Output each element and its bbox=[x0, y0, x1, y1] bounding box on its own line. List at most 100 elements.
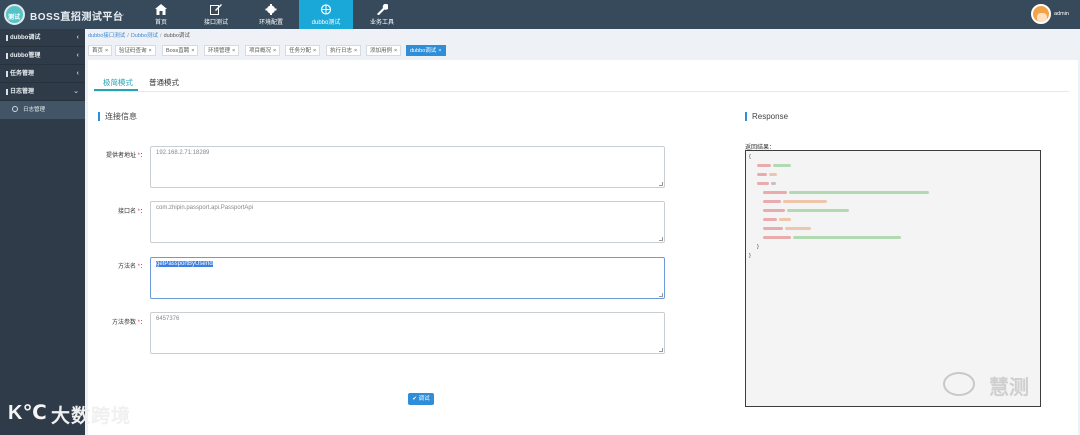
json-open-brace: { bbox=[749, 154, 751, 160]
mode-tab-divider bbox=[94, 91, 1069, 92]
circle-icon bbox=[12, 106, 18, 112]
sidebar-item-label: dubbo管理 bbox=[10, 53, 41, 59]
sidebar-item-log-manage[interactable]: 日志管理 ⌄ bbox=[0, 83, 85, 101]
json-blurred-line bbox=[749, 198, 1037, 207]
resize-handle-icon[interactable] bbox=[659, 348, 663, 352]
close-icon[interactable]: × bbox=[232, 48, 235, 54]
menu-bar-icon bbox=[6, 71, 8, 77]
provider-address-field[interactable]: 192.168.2.71:18289 bbox=[150, 146, 665, 188]
sidebar-item-dubbo-manage[interactable]: dubbo管理 ‹ bbox=[0, 47, 85, 65]
json-blurred-line bbox=[749, 189, 1037, 198]
chevron-left-icon: ‹ bbox=[76, 52, 79, 59]
top-bar: 测试 BOSS直招测试平台 ⌄ 首页 接口测试 环境配置 dubbo测试 业务工… bbox=[0, 0, 1080, 29]
nav-label: 环境配置 bbox=[258, 20, 283, 26]
sidebar-subitem-label: 日志管理 bbox=[23, 107, 46, 113]
response-section-title: Response bbox=[745, 112, 788, 121]
sidebar-item-label: 日志管理 bbox=[10, 89, 35, 95]
check-icon: ✔ bbox=[412, 396, 418, 402]
app-root: 测试 BOSS直招测试平台 ⌄ 首页 接口测试 环境配置 dubbo测试 业务工… bbox=[0, 0, 1080, 435]
tab-add-case[interactable]: 添加用例 × bbox=[366, 45, 402, 56]
tab-label: 任务分配 bbox=[289, 48, 312, 54]
tab-home[interactable]: 首页 × bbox=[88, 45, 113, 56]
menu-bar-icon bbox=[6, 35, 8, 41]
resize-handle-icon[interactable] bbox=[659, 237, 663, 241]
avatar[interactable] bbox=[1031, 4, 1051, 24]
tab-label: 环境管理 bbox=[208, 48, 231, 54]
app-title: BOSS直招测试平台 bbox=[30, 12, 124, 23]
close-icon[interactable]: × bbox=[191, 48, 194, 54]
tab-boss[interactable]: Boss直聘 × bbox=[162, 45, 199, 56]
field-label: 方法名 *： bbox=[117, 264, 146, 270]
json-blurred-line bbox=[749, 180, 1037, 189]
resize-handle-icon[interactable] bbox=[659, 293, 663, 297]
menu-bar-icon bbox=[6, 53, 8, 59]
field-label: 接口名 *： bbox=[117, 209, 146, 215]
close-icon[interactable]: × bbox=[149, 48, 152, 54]
app-logo[interactable]: 测试 bbox=[4, 4, 25, 25]
field-label: 提供者地址 *： bbox=[105, 153, 146, 159]
debug-button[interactable]: ✔ 调试 bbox=[408, 393, 434, 405]
nav-biz-tools[interactable]: 业务工具 bbox=[355, 0, 409, 29]
nav-home[interactable]: 首页 bbox=[134, 0, 188, 29]
sidebar-item-task-manage[interactable]: 任务管理 ‹ bbox=[0, 65, 85, 83]
json-inner-close: } bbox=[757, 244, 759, 250]
tab-assign[interactable]: 任务分配 × bbox=[285, 45, 321, 56]
nav-env-config[interactable]: 环境配置 bbox=[244, 0, 298, 29]
interface-name-field[interactable]: com.zhipin.passport.api.PassportApi bbox=[150, 201, 665, 243]
home-icon bbox=[155, 4, 167, 15]
edit-icon bbox=[210, 4, 222, 15]
sidebar-item-dubbo-debug[interactable]: dubbo调试 ‹ bbox=[0, 29, 85, 47]
nav-dubbo-test[interactable]: dubbo测试 bbox=[299, 0, 353, 29]
close-icon[interactable]: × bbox=[313, 48, 316, 54]
main-panel: 极简模式 普通模式 连接信息 提供者地址 *： 192.168.2.71:182… bbox=[88, 60, 1078, 435]
method-params-field[interactable]: 6457376 bbox=[150, 312, 665, 354]
watermark-text: 慧测 bbox=[989, 377, 1029, 399]
menu-bar-icon bbox=[6, 89, 8, 95]
tab-label: Boss直聘 bbox=[166, 48, 190, 54]
tab-env[interactable]: 环境管理 × bbox=[204, 45, 240, 56]
wechat-watermark: 慧测 bbox=[943, 367, 1047, 399]
close-icon[interactable]: × bbox=[438, 48, 441, 54]
json-blurred-line bbox=[749, 162, 1037, 171]
nav-label: 首页 bbox=[154, 20, 167, 26]
nav-label: 接口测试 bbox=[203, 20, 228, 26]
chevron-down-icon[interactable]: ⌄ bbox=[119, 9, 126, 18]
chevron-left-icon: ‹ bbox=[76, 34, 79, 41]
brand-mark: K℃ bbox=[8, 402, 47, 424]
tab-label: dubbo调试 bbox=[410, 48, 437, 54]
breadcrumb-link[interactable]: dubbo接口测试 bbox=[88, 33, 125, 39]
mode-tab-indicator bbox=[94, 89, 138, 91]
nav-label: 业务工具 bbox=[369, 20, 394, 26]
json-blurred-line bbox=[749, 207, 1037, 216]
close-icon[interactable]: × bbox=[273, 48, 276, 54]
json-blurred-line bbox=[749, 216, 1037, 225]
method-name-value: getPassportByUserId bbox=[156, 261, 213, 267]
wechat-icon bbox=[943, 372, 975, 396]
tab-dubbo-debug[interactable]: dubbo调试 × bbox=[406, 45, 446, 56]
resize-handle-icon[interactable] bbox=[659, 182, 663, 186]
breadcrumb-current: dubbo调试 bbox=[163, 33, 190, 39]
nav-api-test[interactable]: 接口测试 bbox=[189, 0, 243, 29]
sidebar-item-label: dubbo调试 bbox=[10, 35, 41, 41]
close-icon[interactable]: × bbox=[354, 48, 357, 54]
user-name[interactable]: admin bbox=[1054, 11, 1069, 17]
close-icon[interactable]: × bbox=[105, 48, 108, 54]
tab-label: 添加用例 bbox=[370, 48, 393, 54]
brand-watermark-text: 大数跨境 bbox=[51, 406, 132, 427]
connection-section-title: 连接信息 bbox=[98, 112, 137, 121]
tab-project[interactable]: 项目概况 × bbox=[245, 45, 281, 56]
tab-normal-mode[interactable]: 普通模式 bbox=[149, 77, 179, 88]
sidebar-subitem-log-manage[interactable]: 日志管理 bbox=[0, 101, 85, 119]
tab-exec-log[interactable]: 执行日志 × bbox=[326, 45, 362, 56]
tab-simple-mode[interactable]: 极简模式 bbox=[103, 77, 133, 88]
breadcrumb-link[interactable]: Dubbo测试 bbox=[131, 33, 158, 39]
method-name-field[interactable]: getPassportByUserId bbox=[150, 257, 665, 299]
close-icon[interactable]: × bbox=[394, 48, 397, 54]
breadcrumb: dubbo接口测试 / Dubbo测试 / dubbo调试 bbox=[88, 33, 190, 39]
tab-label: 首页 bbox=[92, 48, 104, 54]
tab-label: 验证码查询 bbox=[119, 48, 147, 54]
chevron-left-icon: ‹ bbox=[76, 70, 79, 77]
tab-label: 项目概况 bbox=[249, 48, 272, 54]
provider-address-value: 192.168.2.71:18289 bbox=[156, 150, 210, 156]
tab-captcha[interactable]: 验证码查询 × bbox=[115, 45, 156, 56]
